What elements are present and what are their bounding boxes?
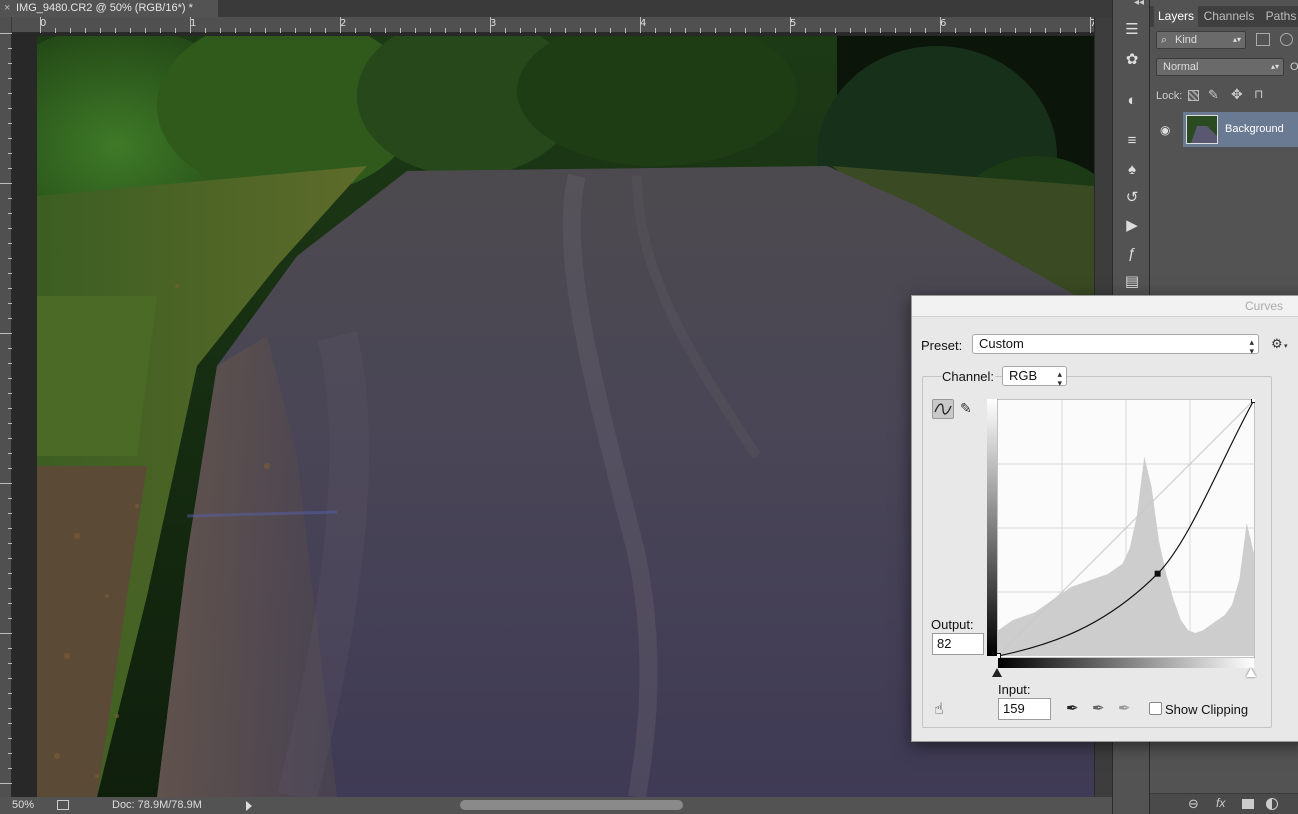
- tab-layers[interactable]: Layers: [1154, 6, 1198, 27]
- vertical-ruler[interactable]: [0, 33, 12, 797]
- curves-title[interactable]: Curves: [912, 296, 1298, 317]
- show-clipping-checkbox[interactable]: [1149, 702, 1162, 715]
- document-title: IMG_9480.CR2 @ 50% (RGB/16*) *: [16, 2, 193, 14]
- tab-channels[interactable]: Channels: [1200, 6, 1258, 27]
- visibility-eye-icon[interactable]: ◉: [1160, 123, 1170, 137]
- stepper-arrows-icon: ▴▾: [1232, 35, 1241, 44]
- preset-label: Preset:: [921, 338, 963, 353]
- channel-value: RGB: [1009, 368, 1038, 383]
- layer-comps-icon[interactable]: ☰: [1121, 20, 1143, 40]
- stepper-arrows-icon: ▴▾: [1270, 62, 1279, 71]
- layer-name: Background: [1225, 123, 1284, 135]
- curve-point-tool[interactable]: [932, 399, 954, 419]
- tab-paths[interactable]: Paths: [1260, 6, 1298, 27]
- layers-panel-footer: ⊖ fx: [1150, 793, 1298, 814]
- select-arrows-icon: ▴ ▾: [1057, 369, 1062, 388]
- link-icon[interactable]: ⊖: [1188, 796, 1199, 812]
- styles-icon[interactable]: ƒ: [1121, 244, 1143, 264]
- mask-icon[interactable]: [1242, 799, 1254, 809]
- ruler-label-0: 0: [40, 18, 47, 29]
- adjustments-icon[interactable]: ◐: [1121, 91, 1143, 111]
- adjustment-layer-icon[interactable]: [1266, 798, 1278, 810]
- filter-kind-value: Kind: [1175, 34, 1198, 46]
- gear-menu-arrow-icon[interactable]: ▾: [1284, 342, 1288, 350]
- white-eyedropper-icon[interactable]: ✒: [1118, 699, 1131, 717]
- ruler-origin[interactable]: [0, 17, 12, 33]
- gray-eyedropper-icon[interactable]: ✒: [1092, 699, 1105, 717]
- curves-graph-svg[interactable]: [995, 397, 1257, 659]
- white-point-slider-icon[interactable]: [1246, 668, 1256, 677]
- layer-row-background[interactable]: Background: [1183, 112, 1298, 147]
- output-gradient-bar: [987, 399, 997, 656]
- share-icon[interactable]: [57, 800, 69, 810]
- output-field[interactable]: 82: [932, 633, 984, 655]
- input-label: Input:: [998, 682, 1031, 697]
- select-arrows-icon: ▴ ▾: [1249, 337, 1254, 356]
- curve-wave-icon: [934, 403, 952, 415]
- blend-mode-value: Normal: [1163, 61, 1199, 73]
- collapse-panels-icon[interactable]: ◂◂: [1134, 0, 1144, 8]
- layer-thumbnail: [1186, 115, 1218, 144]
- pencil-icon[interactable]: ✎: [960, 400, 972, 417]
- channel-label: Channel:: [941, 369, 996, 384]
- curve-control-point[interactable]: [1154, 570, 1161, 577]
- actions-icon[interactable]: ▶: [1121, 216, 1143, 236]
- preset-value: Custom: [979, 336, 1024, 351]
- ruler-label-2: 2: [340, 18, 347, 29]
- ruler-label-4: 4: [640, 18, 647, 29]
- channel-select[interactable]: RGB ▴ ▾: [1002, 366, 1067, 388]
- lock-transparent-icon[interactable]: [1188, 90, 1199, 101]
- output-label: Output:: [931, 617, 974, 632]
- filter-kind-select[interactable]: ⌕ Kind ▴▾: [1156, 31, 1246, 49]
- doc-info: Doc: 78.9M/78.9M: [112, 799, 202, 811]
- on-image-adjust-hand-icon[interactable]: ☝: [934, 699, 944, 719]
- ruler-label-6: 6: [940, 18, 947, 29]
- ruler-label-5: 5: [790, 18, 797, 29]
- lock-label: Lock:: [1156, 90, 1183, 102]
- layer-thumbnail-image: [1187, 116, 1217, 143]
- horizontal-scrollbar-thumb[interactable]: [460, 800, 683, 810]
- panel-tabs: Layers Channels Paths: [1150, 6, 1298, 27]
- ruler-label-3: 3: [490, 18, 497, 29]
- zoom-level[interactable]: 50%: [12, 797, 34, 814]
- brush-presets-icon[interactable]: ✿: [1121, 50, 1143, 70]
- adjustment-filter-icon[interactable]: [1280, 33, 1293, 46]
- input-gradient-bar: [998, 658, 1254, 668]
- blend-mode-select[interactable]: Normal ▴▾: [1156, 58, 1284, 76]
- show-clipping-label[interactable]: Show Clipping: [1165, 702, 1248, 717]
- lock-all-icon[interactable]: ⊓: [1254, 87, 1263, 101]
- close-tab-icon[interactable]: ×: [4, 0, 16, 16]
- curves-graph[interactable]: [995, 397, 1257, 659]
- black-eyedropper-icon[interactable]: ✒: [1066, 699, 1079, 717]
- vertical-ruler-ticks: [0, 33, 12, 784]
- history-icon[interactable]: ↺: [1121, 188, 1143, 208]
- tab-bar-empty: [218, 0, 1112, 17]
- input-field[interactable]: 159: [998, 698, 1051, 720]
- curve-control-point[interactable]: [1251, 397, 1257, 403]
- libraries-icon[interactable]: ▤: [1121, 272, 1143, 292]
- document-tab[interactable]: × IMG_9480.CR2 @ 50% (RGB/16*) *: [0, 0, 218, 17]
- status-bar: 50% Doc: 78.9M/78.9M: [0, 797, 1112, 814]
- clone-source-icon[interactable]: ♠: [1121, 160, 1143, 180]
- status-menu-arrow-icon[interactable]: [246, 801, 252, 811]
- properties-icon[interactable]: ≡: [1121, 131, 1143, 151]
- curves-dialog: Curves Preset: Custom ▴ ▾ ⚙ ▾ Channel: RG…: [911, 295, 1298, 742]
- black-point-slider-icon[interactable]: [992, 668, 1002, 677]
- lock-position-icon[interactable]: ✥: [1231, 86, 1243, 103]
- gear-icon[interactable]: ⚙: [1271, 336, 1283, 352]
- image-filter-icon[interactable]: [1256, 33, 1270, 46]
- lock-pixels-icon[interactable]: ✎: [1208, 87, 1219, 103]
- horizontal-ruler[interactable]: 0 1 2 3 4 5 6 7: [12, 17, 1096, 33]
- preset-select[interactable]: Custom ▴ ▾: [972, 334, 1259, 356]
- ruler-label-1: 1: [190, 18, 197, 29]
- opacity-label: O: [1290, 61, 1298, 73]
- search-icon: ⌕: [1161, 34, 1168, 46]
- fx-icon[interactable]: fx: [1216, 796, 1225, 810]
- horizontal-ruler-ticks: [40, 17, 1091, 33]
